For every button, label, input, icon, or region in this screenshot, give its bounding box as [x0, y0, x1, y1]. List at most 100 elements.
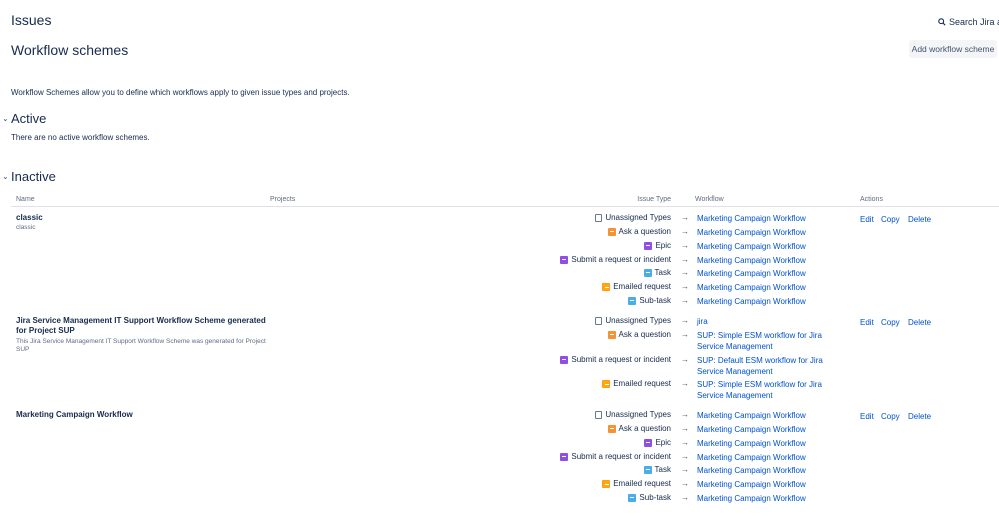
mapping-arrow: →: [681, 410, 689, 419]
workflow-link[interactable]: SUP: Simple ESM workflow for Jira Servic…: [697, 330, 847, 352]
workflow-link[interactable]: Marketing Campaign Workflow: [697, 296, 847, 307]
copy-scheme-link[interactable]: Copy: [881, 412, 900, 421]
mapping-arrow: →: [681, 227, 689, 236]
issue-type-cell: Emailed request: [602, 282, 671, 291]
issue-type-label: Epic: [655, 241, 671, 250]
workflow-link[interactable]: Marketing Campaign Workflow: [697, 213, 847, 224]
issue-type-cell: Sub-task: [628, 296, 671, 305]
copy-scheme-link[interactable]: Copy: [881, 318, 900, 327]
unassigned-icon: [595, 213, 603, 222]
mapping-arrow: →: [681, 379, 689, 388]
issue-type-label: Ask a question: [618, 227, 671, 236]
workflow-link[interactable]: Marketing Campaign Workflow: [697, 241, 847, 252]
task-icon: [643, 268, 652, 277]
chevron-down-icon: ⌄: [2, 114, 9, 123]
epic-icon: [644, 241, 653, 250]
issue-type-label: Submit a request or incident: [571, 452, 671, 461]
column-header-actions: Actions: [860, 196, 883, 203]
scheme-description: classic: [16, 224, 36, 231]
workflow-link[interactable]: Marketing Campaign Workflow: [697, 424, 847, 435]
app-section-title: Issues: [11, 12, 52, 28]
issue-type-cell: Task: [643, 268, 671, 277]
issue-type-cell: Ask a question: [607, 424, 671, 433]
workflow-link[interactable]: Marketing Campaign Workflow: [697, 410, 847, 421]
table-header-divider: [11, 206, 999, 207]
subtask-icon: [628, 493, 637, 502]
mapping-arrow: →: [681, 479, 689, 488]
mapping-arrow: →: [681, 355, 689, 364]
scheme-name: Jira Service Management IT Support Workf…: [16, 316, 266, 335]
issue-type-cell: Unassigned Types: [595, 410, 671, 419]
edit-scheme-link[interactable]: Edit: [860, 318, 874, 327]
question-icon: [607, 424, 616, 433]
issue-type-label: Emailed request: [613, 282, 671, 291]
task-icon: [643, 465, 652, 474]
mapping-arrow: →: [681, 424, 689, 433]
issue-type-cell: Submit a request or incident: [560, 452, 671, 461]
delete-scheme-link[interactable]: Delete: [908, 318, 931, 327]
workflow-link[interactable]: Marketing Campaign Workflow: [697, 255, 847, 266]
workflow-link[interactable]: Marketing Campaign Workflow: [697, 282, 847, 293]
request-icon: [560, 452, 569, 461]
workflow-link[interactable]: Marketing Campaign Workflow: [697, 268, 847, 279]
search-link[interactable]: Search Jira adm: [938, 17, 999, 27]
workflow-link[interactable]: jira: [697, 316, 847, 327]
mapping-arrow: →: [681, 241, 689, 250]
search-icon: [938, 18, 946, 26]
question-icon: [607, 227, 616, 236]
column-header-name: Name: [16, 196, 35, 203]
issue-type-cell: Unassigned Types: [595, 213, 671, 222]
mapping-arrow: →: [681, 255, 689, 264]
workflow-link[interactable]: Marketing Campaign Workflow: [697, 227, 847, 238]
scheme-name: Marketing Campaign Workflow: [16, 410, 133, 419]
page-description: Workflow Schemes allow you to define whi…: [11, 88, 350, 97]
add-workflow-scheme-button[interactable]: Add workflow scheme: [909, 40, 997, 58]
inactive-heading: Inactive: [11, 169, 56, 184]
issue-type-label: Unassigned Types: [605, 213, 671, 222]
workflow-link[interactable]: Marketing Campaign Workflow: [697, 493, 847, 504]
delete-scheme-link[interactable]: Delete: [908, 412, 931, 421]
edit-scheme-link[interactable]: Edit: [860, 215, 874, 224]
active-section-toggle[interactable]: ⌄ Active: [2, 111, 46, 126]
workflow-link[interactable]: SUP: Simple ESM workflow for Jira Servic…: [697, 379, 847, 401]
mapping-arrow: →: [681, 465, 689, 474]
issue-type-label: Task: [654, 465, 671, 474]
issue-type-cell: Ask a question: [607, 330, 671, 339]
issue-type-label: Submit a request or incident: [571, 355, 671, 364]
request-icon: [560, 355, 569, 364]
issue-type-cell: Epic: [644, 438, 671, 447]
question-icon: [607, 330, 616, 339]
issue-type-label: Emailed request: [613, 479, 671, 488]
mapping-arrow: →: [681, 282, 689, 291]
column-header-workflow: Workflow: [695, 196, 724, 203]
edit-scheme-link[interactable]: Edit: [860, 412, 874, 421]
column-header-issue-type: Issue Type: [637, 196, 671, 203]
unassigned-icon: [595, 410, 603, 419]
issue-type-cell: Sub-task: [628, 493, 671, 502]
delete-scheme-link[interactable]: Delete: [908, 215, 931, 224]
workflow-link[interactable]: Marketing Campaign Workflow: [697, 479, 847, 490]
email-icon: [602, 479, 611, 488]
copy-scheme-link[interactable]: Copy: [881, 215, 900, 224]
issue-type-cell: Emailed request: [602, 479, 671, 488]
issue-type-label: Emailed request: [613, 379, 671, 388]
subtask-icon: [628, 296, 637, 305]
issue-type-label: Epic: [655, 438, 671, 447]
issue-type-label: Sub-task: [639, 493, 671, 502]
search-label: Search Jira adm: [949, 17, 999, 27]
request-icon: [560, 255, 569, 264]
workflow-link[interactable]: Marketing Campaign Workflow: [697, 438, 847, 449]
workflow-link[interactable]: Marketing Campaign Workflow: [697, 465, 847, 476]
issue-type-label: Unassigned Types: [605, 316, 671, 325]
issue-type-label: Ask a question: [618, 330, 671, 339]
mapping-arrow: →: [681, 452, 689, 461]
issue-type-cell: Submit a request or incident: [560, 355, 671, 364]
workflow-link[interactable]: Marketing Campaign Workflow: [697, 452, 847, 463]
issue-type-cell: Submit a request or incident: [560, 255, 671, 264]
workflow-link[interactable]: SUP: Default ESM workflow for Jira Servi…: [697, 355, 847, 377]
chevron-down-icon: ⌄: [2, 172, 9, 181]
inactive-section-toggle[interactable]: ⌄ Inactive: [2, 169, 56, 184]
mapping-arrow: →: [681, 438, 689, 447]
epic-icon: [644, 438, 653, 447]
unassigned-icon: [595, 316, 603, 325]
